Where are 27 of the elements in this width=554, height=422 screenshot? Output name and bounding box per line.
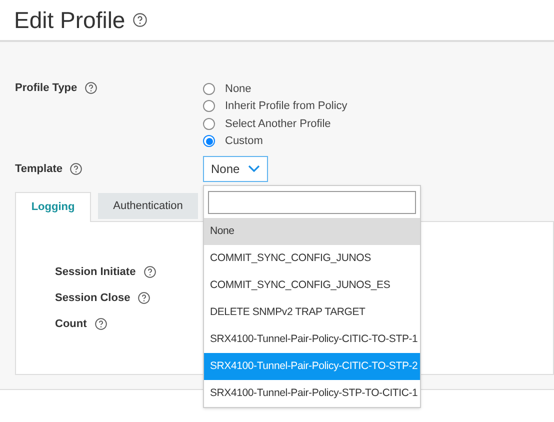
- help-icon[interactable]: [70, 163, 82, 175]
- chevron-down-icon: [248, 165, 260, 173]
- dropdown-item[interactable]: COMMIT_SYNC_CONFIG_JUNOS: [204, 245, 420, 272]
- dropdown-item[interactable]: SRX4100-Tunnel-Pair-Policy-STP-TO-CITIC-1: [204, 380, 420, 407]
- radio-option[interactable]: Inherit Profile from Policy: [203, 98, 348, 115]
- radio-option[interactable]: Select Another Profile: [203, 115, 348, 132]
- dropdown-item[interactable]: DELETE SNMPv2 TRAP TARGET: [204, 299, 420, 326]
- dropdown-item[interactable]: SRX4100-Tunnel-Pair-Policy-CITIC-TO-STP-1: [204, 326, 420, 353]
- field-label: Template: [15, 162, 62, 177]
- search-field[interactable]: [208, 190, 416, 214]
- help-icon[interactable]: [138, 292, 150, 304]
- help-icon[interactable]: [94, 318, 107, 330]
- dropdown-item[interactable]: COMMIT_SYNC_CONFIG_JUNOS_ES: [204, 272, 420, 299]
- field-label: Count: [55, 316, 87, 332]
- field-label: Session Initiate: [55, 264, 136, 280]
- radio-option[interactable]: Custom: [203, 132, 348, 150]
- page-title: Edit Profile: [14, 6, 126, 35]
- help-icon[interactable]: [133, 13, 148, 27]
- dropdown-item[interactable]: None: [204, 218, 420, 245]
- radio-option[interactable]: None: [203, 80, 348, 98]
- template-select[interactable]: None: [203, 156, 268, 182]
- field-label: Session Close: [55, 290, 130, 306]
- help-icon[interactable]: [144, 266, 156, 278]
- tab[interactable]: Logging: [15, 192, 91, 222]
- tab[interactable]: Authentication: [98, 193, 198, 219]
- field-label: Profile Type: [15, 80, 78, 96]
- help-icon[interactable]: [85, 82, 98, 94]
